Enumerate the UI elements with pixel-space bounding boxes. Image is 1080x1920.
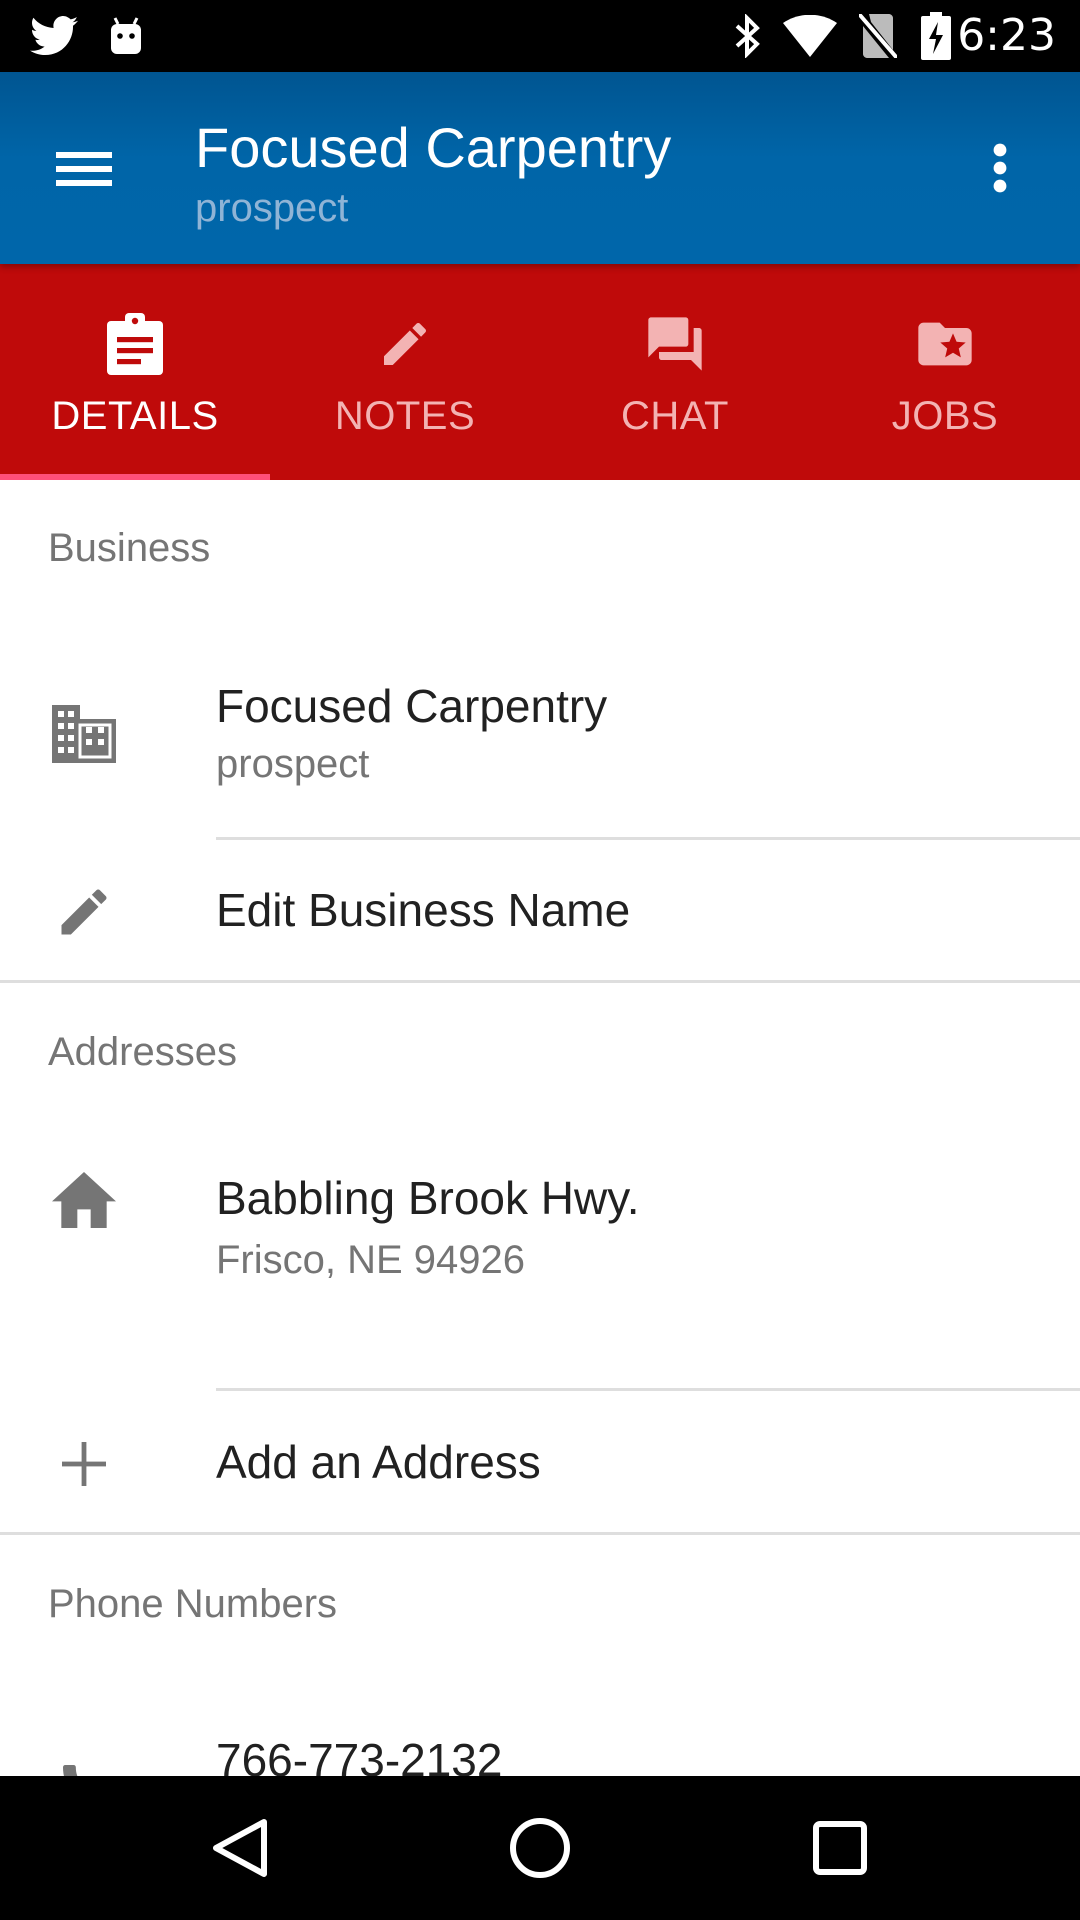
recents-icon[interactable]	[800, 1808, 880, 1888]
section-divider	[0, 1532, 1080, 1535]
pencil-icon	[377, 308, 433, 380]
divider	[216, 1388, 1080, 1391]
app-bar: Focused Carpentry prospect	[0, 72, 1080, 264]
tab-chat-label: CHAT	[621, 394, 729, 438]
section-header-addresses: Addresses	[48, 1030, 237, 1074]
twitter-icon	[28, 12, 80, 60]
add-icon	[48, 1428, 120, 1500]
tab-bar: DETAILS NOTES CHAT JOBS	[0, 264, 1080, 480]
business-name: Focused Carpentry	[216, 680, 608, 732]
battery-charging-icon	[918, 12, 954, 60]
home-nav-icon[interactable]	[500, 1808, 580, 1888]
edit-pencil-icon	[48, 876, 120, 948]
tab-notes-label: NOTES	[334, 394, 476, 438]
clipboard-icon	[107, 308, 163, 380]
tab-jobs-label: JOBS	[891, 394, 999, 438]
section-divider	[0, 980, 1080, 983]
address-line2: Frisco, NE 94926	[216, 1238, 526, 1282]
android-icon	[104, 12, 148, 60]
wifi-icon	[782, 12, 838, 60]
status-bar: 6:23	[0, 0, 1080, 72]
page-title: Focused Carpentry	[195, 116, 672, 179]
section-header-business: Business	[48, 526, 211, 570]
tab-details-label: DETAILS	[51, 394, 219, 438]
tab-indicator	[0, 474, 270, 480]
business-building-icon	[48, 698, 120, 770]
hamburger-menu-icon[interactable]	[44, 128, 124, 208]
tab-details[interactable]: DETAILS	[0, 264, 270, 480]
home-icon	[48, 1164, 120, 1236]
more-vert-icon[interactable]	[960, 128, 1040, 208]
tab-chat[interactable]: CHAT	[540, 264, 810, 480]
forum-icon	[643, 308, 707, 380]
divider	[216, 837, 1080, 840]
add-address-label: Add an Address	[216, 1436, 541, 1488]
bluetooth-icon	[728, 12, 768, 60]
folder-star-icon	[913, 308, 977, 380]
section-header-phones: Phone Numbers	[48, 1582, 338, 1626]
status-time: 6:23	[957, 10, 1056, 61]
no-sim-icon	[856, 12, 900, 60]
edit-business-name-label: Edit Business Name	[216, 884, 631, 936]
tab-jobs[interactable]: JOBS	[810, 264, 1080, 480]
business-status: prospect	[216, 742, 370, 786]
page-subtitle: prospect	[195, 186, 349, 230]
address-line1: Babbling Brook Hwy.	[216, 1172, 640, 1224]
back-icon[interactable]	[200, 1808, 280, 1888]
tab-notes[interactable]: NOTES	[270, 264, 540, 480]
navigation-bar	[0, 1776, 1080, 1920]
